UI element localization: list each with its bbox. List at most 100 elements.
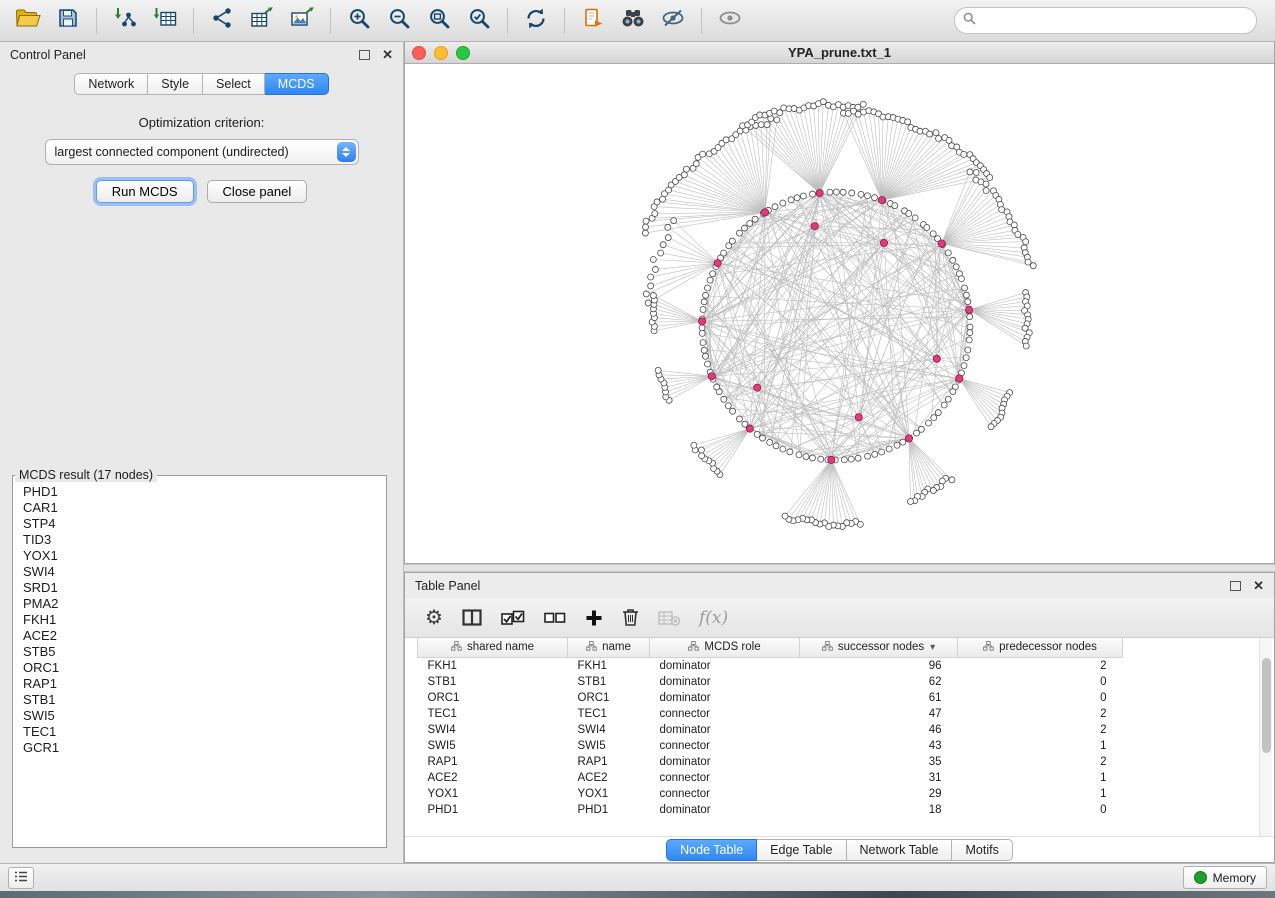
- export-table-icon: [250, 7, 274, 34]
- column-header-successor-nodes[interactable]: successor nodes▾: [800, 638, 958, 658]
- table-row[interactable]: ACE2ACE2connector311: [418, 770, 1123, 786]
- apply-preferred-layout-button[interactable]: [518, 5, 554, 37]
- show-columns-icon[interactable]: [462, 609, 482, 626]
- export-table-button[interactable]: [244, 5, 280, 37]
- table-row[interactable]: ORC1ORC1dominator610: [418, 690, 1123, 706]
- mcds-result-item[interactable]: STP4: [15, 516, 384, 532]
- table-row[interactable]: RAP1RAP1dominator352: [418, 754, 1123, 770]
- table-cell: ACE2: [418, 770, 568, 786]
- table-row[interactable]: SWI4SWI4dominator462: [418, 722, 1123, 738]
- deselect-all-icon[interactable]: [544, 611, 566, 625]
- search-find-button[interactable]: [615, 5, 651, 37]
- table-row[interactable]: FKH1FKH1dominator962: [418, 658, 1123, 675]
- tab-network[interactable]: Network: [74, 73, 148, 95]
- table-cell: SWI4: [418, 722, 568, 738]
- zoom-selected-region-button[interactable]: [461, 5, 497, 37]
- table-cell: FKH1: [568, 658, 650, 675]
- zoom-fit-icon: [428, 7, 451, 35]
- scrollbar-thumb[interactable]: [1262, 658, 1271, 753]
- export-image-button[interactable]: [284, 5, 320, 37]
- tab-mcds[interactable]: MCDS: [265, 73, 329, 95]
- save-floppy-icon: [57, 7, 79, 34]
- network-canvas[interactable]: [405, 64, 1274, 563]
- save-session-button[interactable]: [50, 5, 86, 37]
- mcds-result-item[interactable]: RAP1: [15, 676, 384, 692]
- create-column-icon[interactable]: [585, 609, 603, 627]
- mcds-result-item[interactable]: SRD1: [15, 580, 384, 596]
- close-panel-icon[interactable]: ✕: [1253, 579, 1264, 592]
- mcds-result-item[interactable]: SWI4: [15, 564, 384, 580]
- zoom-out-button[interactable]: [381, 5, 417, 37]
- table-cell: 43: [800, 738, 958, 754]
- clone-network-button[interactable]: [575, 5, 611, 37]
- search-input[interactable]: [982, 13, 1248, 29]
- table-row[interactable]: YOX1YOX1connector291: [418, 786, 1123, 802]
- table-row[interactable]: PHD1PHD1dominator180: [418, 802, 1123, 818]
- import-network-from-file-button[interactable]: [107, 5, 143, 37]
- tab-style[interactable]: Style: [148, 73, 203, 95]
- memory-label: Memory: [1213, 871, 1256, 885]
- mcds-result-item[interactable]: STB5: [15, 644, 384, 660]
- network-view-window: YPA_prune.txt_1: [404, 42, 1275, 564]
- memory-button[interactable]: Memory: [1183, 866, 1267, 889]
- tab-select[interactable]: Select: [203, 73, 265, 95]
- export-network-button[interactable]: [204, 5, 240, 37]
- mcds-result-item[interactable]: GCR1: [15, 740, 384, 756]
- table-scrollbar[interactable]: [1259, 638, 1272, 836]
- mcds-result-item[interactable]: PMA2: [15, 596, 384, 612]
- table-cell: dominator: [650, 754, 800, 770]
- tab-edge-table[interactable]: Edge Table: [757, 839, 846, 861]
- optimization-criterion-select[interactable]: largest connected component (undirected): [45, 139, 359, 165]
- mcds-result-item[interactable]: TEC1: [15, 724, 384, 740]
- mcds-result-item[interactable]: CAR1: [15, 500, 384, 516]
- optimization-criterion-label: Optimization criterion:: [0, 115, 403, 130]
- select-all-icon[interactable]: [501, 610, 525, 626]
- global-search-field[interactable]: [954, 7, 1257, 34]
- zoom-selected-icon: [468, 7, 491, 35]
- sort-indicator-icon: ▾: [930, 642, 935, 653]
- mcds-result-item[interactable]: FKH1: [15, 612, 384, 628]
- table-cell: 1: [958, 738, 1123, 754]
- toolbar-separator: [330, 8, 331, 34]
- mcds-result-item[interactable]: TID3: [15, 532, 384, 548]
- mcds-result-item[interactable]: PHD1: [15, 484, 384, 500]
- run-mcds-button[interactable]: Run MCDS: [96, 180, 194, 203]
- status-bar: Memory: [0, 863, 1275, 891]
- float-panel-icon[interactable]: [1230, 581, 1241, 591]
- mcds-result-item[interactable]: YOX1: [15, 548, 384, 564]
- open-session-button[interactable]: [10, 5, 46, 37]
- mcds-result-item[interactable]: STB1: [15, 692, 384, 708]
- column-header-MCDS-role[interactable]: MCDS role: [650, 638, 800, 658]
- tab-network-table[interactable]: Network Table: [847, 839, 953, 861]
- table-cell: STB1: [418, 674, 568, 690]
- mcds-result-item[interactable]: ACE2: [15, 628, 384, 644]
- close-panel-icon[interactable]: ✕: [382, 48, 393, 61]
- import-table-from-file-button[interactable]: [147, 5, 183, 37]
- tab-motifs[interactable]: Motifs: [952, 839, 1012, 861]
- zoom-fit-content-button[interactable]: [421, 5, 457, 37]
- close-panel-button[interactable]: Close panel: [207, 180, 308, 203]
- zoom-in-button[interactable]: [341, 5, 377, 37]
- show-all-button[interactable]: [712, 5, 748, 37]
- table-row[interactable]: TEC1TEC1connector472: [418, 706, 1123, 722]
- table-cell: 2: [958, 706, 1123, 722]
- table-row[interactable]: SWI5SWI5connector431: [418, 738, 1123, 754]
- network-graph: [405, 64, 1270, 562]
- hide-selected-button[interactable]: [655, 5, 691, 37]
- network-window-titlebar[interactable]: YPA_prune.txt_1: [405, 42, 1274, 64]
- column-header-shared-name[interactable]: shared name: [418, 638, 568, 658]
- table-settings-icon[interactable]: ⚙: [425, 608, 443, 628]
- mcds-result-item[interactable]: SWI5: [15, 708, 384, 724]
- panel-menu-button[interactable]: [8, 867, 34, 889]
- horizontal-splitter[interactable]: [404, 564, 1275, 572]
- table-row[interactable]: STB1STB1dominator620: [418, 674, 1123, 690]
- table-cell: connector: [650, 706, 800, 722]
- delete-columns-icon[interactable]: [622, 608, 639, 627]
- table-cell: 2: [958, 658, 1123, 675]
- toolbar-separator: [507, 8, 508, 34]
- column-header-name[interactable]: name: [568, 638, 650, 658]
- tab-node-table[interactable]: Node Table: [666, 839, 757, 861]
- column-header-predecessor-nodes[interactable]: predecessor nodes: [958, 638, 1123, 658]
- mcds-result-item[interactable]: ORC1: [15, 660, 384, 676]
- float-panel-icon[interactable]: [359, 50, 370, 60]
